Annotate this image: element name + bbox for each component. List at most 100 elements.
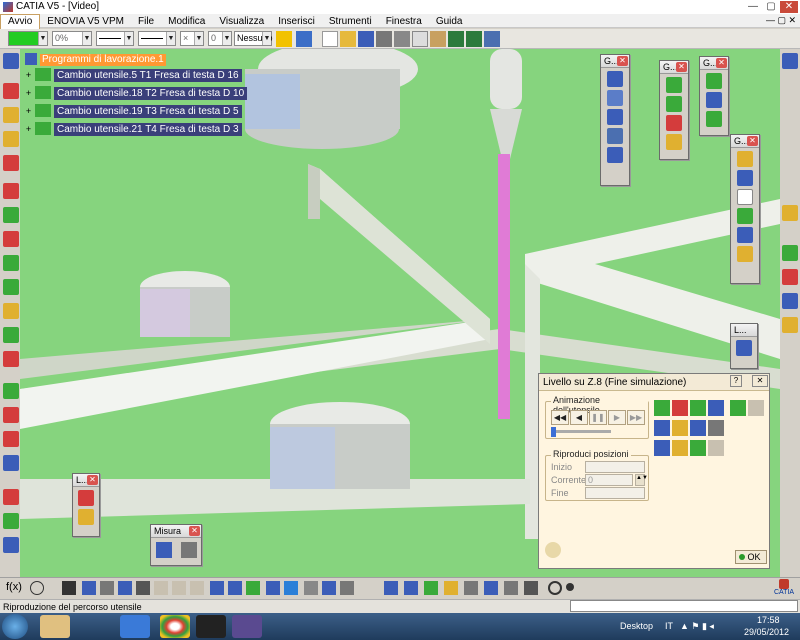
new-file-icon[interactable]: [322, 31, 338, 47]
save-icon[interactable]: [358, 31, 374, 47]
geometry-tool-icon[interactable]: [706, 111, 722, 127]
process-icon[interactable]: [782, 205, 798, 221]
tool-path-replay-icon[interactable]: [384, 581, 398, 595]
tree-item-tool-change-21[interactable]: Cambio utensile.21 T4 Fresa di testa D 3: [54, 123, 242, 136]
layer-select[interactable]: 0 ▼: [208, 31, 232, 46]
tool-path-icon[interactable]: [708, 440, 724, 456]
tree-item-tool-change-5[interactable]: Cambio utensile.5 T1 Fresa di testa D 16: [54, 69, 242, 82]
geometry-tool-icon[interactable]: [737, 151, 753, 167]
nc-output-icon[interactable]: [3, 537, 19, 553]
compare-icon[interactable]: [672, 420, 688, 436]
geometry-tool-icon[interactable]: [607, 109, 623, 125]
tree-icon[interactable]: [3, 53, 19, 69]
copy-transform-icon[interactable]: [3, 351, 19, 367]
mode-icon[interactable]: [708, 420, 724, 436]
pan-icon[interactable]: [118, 581, 132, 595]
menu-visualizza[interactable]: Visualizza: [212, 15, 271, 29]
video-icon[interactable]: [708, 400, 724, 416]
ie-taskbar-icon[interactable]: [120, 615, 150, 638]
hierarchy-icon[interactable]: [82, 581, 96, 595]
settings-icon[interactable]: [524, 581, 538, 595]
resource-icon[interactable]: [782, 269, 798, 285]
line-weight-select[interactable]: ▼: [138, 31, 176, 46]
transparency-select[interactable]: 0% ▼: [52, 31, 92, 46]
shading-icon[interactable]: [266, 581, 280, 595]
menu-inserisci[interactable]: Inserisci: [271, 15, 322, 29]
close-icon[interactable]: ✕: [676, 62, 687, 72]
machining-op-icon[interactable]: [3, 83, 19, 99]
geometry-tool-icon[interactable]: [737, 208, 753, 224]
pocketing-icon[interactable]: [3, 155, 19, 171]
multi-view-icon[interactable]: [228, 581, 242, 595]
clock-time[interactable]: 17:58: [757, 615, 780, 625]
layer-filter-select[interactable]: Nessuno ▼: [234, 31, 273, 46]
ok-button[interactable]: OK: [735, 550, 767, 564]
geometry-tool-icon[interactable]: [666, 96, 682, 112]
tree-item-tool-change-18[interactable]: Cambio utensile.18 T2 Fresa di testa D 1…: [54, 87, 248, 100]
hole-icon[interactable]: [3, 455, 19, 471]
redo-icon[interactable]: [466, 31, 482, 47]
geometry-tool-icon[interactable]: [737, 246, 753, 262]
pause-button[interactable]: ❚❚: [589, 410, 607, 425]
hide-show-icon[interactable]: [304, 581, 318, 595]
menu-strumenti[interactable]: Strumenti: [322, 15, 379, 29]
spin-icon[interactable]: [548, 581, 562, 595]
program-icon[interactable]: [3, 131, 19, 147]
origin-icon[interactable]: [3, 513, 19, 529]
cube-view-icon[interactable]: [284, 581, 298, 595]
current-spinner[interactable]: ▲▼: [635, 474, 648, 486]
rotate-icon[interactable]: [136, 581, 150, 595]
point-symbol-select[interactable]: × ▼: [180, 31, 204, 46]
tree-item-tool-change-19[interactable]: Cambio utensile.19 T3 Fresa di testa D 5: [54, 105, 242, 118]
formula-icon[interactable]: f(x): [6, 581, 22, 597]
whats-this-icon[interactable]: [484, 31, 500, 47]
profile-contouring-icon[interactable]: [3, 183, 19, 199]
cut-icon[interactable]: [394, 31, 410, 47]
close-icon[interactable]: ✕: [617, 56, 628, 66]
assembly-icon[interactable]: [782, 317, 798, 333]
approach-icon[interactable]: [3, 383, 19, 399]
current-field[interactable]: 0: [585, 474, 633, 486]
geometry-tool-icon[interactable]: [706, 92, 722, 108]
dot-icon[interactable]: [566, 583, 574, 591]
options-icon[interactable]: [504, 581, 518, 595]
geometry-tool-icon[interactable]: [737, 170, 753, 186]
zoom-icon[interactable]: [154, 581, 168, 595]
close-icon[interactable]: ✕: [747, 136, 758, 146]
geometry-tool-icon[interactable]: [607, 90, 623, 106]
dialog-close-button[interactable]: ✕: [752, 375, 768, 387]
print-icon[interactable]: [376, 31, 392, 47]
part-display-icon[interactable]: [690, 440, 706, 456]
color-select[interactable]: ▼: [8, 31, 48, 46]
machine-rotation-icon[interactable]: [3, 327, 19, 343]
close-icon[interactable]: ✕: [716, 58, 727, 68]
menu-modifica[interactable]: Modifica: [161, 15, 212, 29]
clock-date[interactable]: 29/05/2012: [744, 627, 789, 637]
menu-enovia[interactable]: ENOVIA V5 VPM: [40, 15, 131, 29]
layout-tool-icon[interactable]: [736, 340, 752, 356]
geometry-tool-icon[interactable]: [706, 73, 722, 89]
painter-icon[interactable]: [276, 31, 292, 47]
manufacturing-view-icon[interactable]: [782, 245, 798, 261]
analysis-icon[interactable]: [654, 420, 670, 436]
paste-icon[interactable]: [430, 31, 446, 47]
geometry-tool-icon[interactable]: [737, 189, 753, 205]
tree-root-icon[interactable]: [25, 53, 37, 65]
tray-icons[interactable]: ▲ ⚑ ▮ ◂: [680, 621, 714, 632]
close-icon[interactable]: ✕: [189, 526, 200, 536]
stock-icon[interactable]: [782, 293, 798, 309]
display-icon[interactable]: [654, 400, 670, 416]
swap-space-icon[interactable]: [322, 581, 336, 595]
camera-icon[interactable]: [654, 440, 670, 456]
play-button[interactable]: ▶: [608, 410, 626, 425]
geometry-tool-icon[interactable]: [737, 227, 753, 243]
undo-icon[interactable]: [448, 31, 464, 47]
feature-icon[interactable]: [3, 431, 19, 447]
step-back-button[interactable]: ◀: [570, 410, 588, 425]
chrome-taskbar-icon[interactable]: [160, 615, 190, 638]
help-icon[interactable]: ?: [730, 375, 742, 387]
part-op-icon[interactable]: [3, 107, 19, 123]
command-input[interactable]: [570, 600, 798, 612]
generate-nc-icon[interactable]: [404, 581, 418, 595]
nc-file-icon[interactable]: [444, 581, 458, 595]
